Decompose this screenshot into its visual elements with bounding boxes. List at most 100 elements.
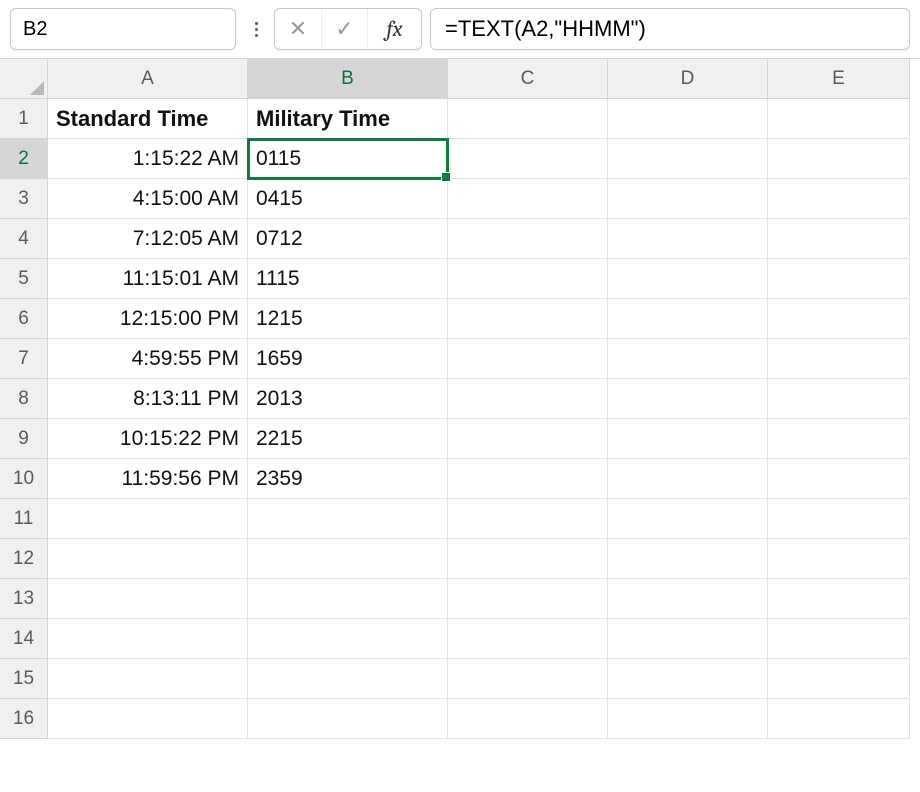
cell-B6[interactable]: 1215 [248, 299, 448, 339]
column-header-E[interactable]: E [768, 59, 910, 99]
cell-D15[interactable] [608, 659, 768, 699]
cell-C8[interactable] [448, 379, 608, 419]
row-header-8[interactable]: 8 [0, 379, 48, 419]
cell-A16[interactable] [48, 699, 248, 739]
cell-E14[interactable] [768, 619, 910, 659]
row-header-14[interactable]: 14 [0, 619, 48, 659]
cell-B3[interactable]: 0415 [248, 179, 448, 219]
cell-A9[interactable]: 10:15:22 PM [48, 419, 248, 459]
cell-E11[interactable] [768, 499, 910, 539]
row-header-15[interactable]: 15 [0, 659, 48, 699]
cell-E9[interactable] [768, 419, 910, 459]
cell-A4[interactable]: 7:12:05 AM [48, 219, 248, 259]
cell-C4[interactable] [448, 219, 608, 259]
row-header-7[interactable]: 7 [0, 339, 48, 379]
cell-B8[interactable]: 2013 [248, 379, 448, 419]
more-options-icon[interactable] [248, 22, 264, 37]
row-header-12[interactable]: 12 [0, 539, 48, 579]
cell-B9[interactable]: 2215 [248, 419, 448, 459]
cell-E13[interactable] [768, 579, 910, 619]
cell-B1[interactable]: Military Time [248, 99, 448, 139]
cell-B11[interactable] [248, 499, 448, 539]
cell-D6[interactable] [608, 299, 768, 339]
cell-A2[interactable]: 1:15:22 AM [48, 139, 248, 179]
cell-B4[interactable]: 0712 [248, 219, 448, 259]
cell-A12[interactable] [48, 539, 248, 579]
row-header-2[interactable]: 2 [0, 139, 48, 179]
cell-A8[interactable]: 8:13:11 PM [48, 379, 248, 419]
cell-A10[interactable]: 11:59:56 PM [48, 459, 248, 499]
cell-E5[interactable] [768, 259, 910, 299]
spreadsheet-grid[interactable]: ABCDE1Standard TimeMilitary Time21:15:22… [0, 58, 920, 739]
cell-D13[interactable] [608, 579, 768, 619]
cell-E7[interactable] [768, 339, 910, 379]
cell-A3[interactable]: 4:15:00 AM [48, 179, 248, 219]
cell-E1[interactable] [768, 99, 910, 139]
cell-E3[interactable] [768, 179, 910, 219]
cell-D4[interactable] [608, 219, 768, 259]
cell-E10[interactable] [768, 459, 910, 499]
cell-B5[interactable]: 1115 [248, 259, 448, 299]
cell-A15[interactable] [48, 659, 248, 699]
cell-D3[interactable] [608, 179, 768, 219]
cell-C15[interactable] [448, 659, 608, 699]
row-header-16[interactable]: 16 [0, 699, 48, 739]
cell-B15[interactable] [248, 659, 448, 699]
cell-C7[interactable] [448, 339, 608, 379]
cell-C3[interactable] [448, 179, 608, 219]
cell-A1[interactable]: Standard Time [48, 99, 248, 139]
cell-C10[interactable] [448, 459, 608, 499]
row-header-5[interactable]: 5 [0, 259, 48, 299]
row-header-3[interactable]: 3 [0, 179, 48, 219]
cell-D9[interactable] [608, 419, 768, 459]
row-header-6[interactable]: 6 [0, 299, 48, 339]
cell-E12[interactable] [768, 539, 910, 579]
cell-C14[interactable] [448, 619, 608, 659]
cell-B10[interactable]: 2359 [248, 459, 448, 499]
cell-A14[interactable] [48, 619, 248, 659]
row-header-1[interactable]: 1 [0, 99, 48, 139]
cell-D10[interactable] [608, 459, 768, 499]
cell-D12[interactable] [608, 539, 768, 579]
row-header-9[interactable]: 9 [0, 419, 48, 459]
cell-E2[interactable] [768, 139, 910, 179]
cell-B7[interactable]: 1659 [248, 339, 448, 379]
cell-A11[interactable] [48, 499, 248, 539]
column-header-C[interactable]: C [448, 59, 608, 99]
cell-C16[interactable] [448, 699, 608, 739]
cell-E16[interactable] [768, 699, 910, 739]
column-header-A[interactable]: A [48, 59, 248, 99]
cell-D2[interactable] [608, 139, 768, 179]
cell-A13[interactable] [48, 579, 248, 619]
cell-C2[interactable] [448, 139, 608, 179]
cell-E4[interactable] [768, 219, 910, 259]
cell-E6[interactable] [768, 299, 910, 339]
cell-A5[interactable]: 11:15:01 AM [48, 259, 248, 299]
row-header-4[interactable]: 4 [0, 219, 48, 259]
cancel-formula-icon[interactable]: ✕ [275, 9, 321, 49]
cell-B16[interactable] [248, 699, 448, 739]
row-header-11[interactable]: 11 [0, 499, 48, 539]
cell-A6[interactable]: 12:15:00 PM [48, 299, 248, 339]
row-header-13[interactable]: 13 [0, 579, 48, 619]
select-all-corner[interactable] [0, 59, 48, 99]
cell-B12[interactable] [248, 539, 448, 579]
cell-C13[interactable] [448, 579, 608, 619]
cell-C5[interactable] [448, 259, 608, 299]
cell-D14[interactable] [608, 619, 768, 659]
cell-D8[interactable] [608, 379, 768, 419]
cell-C6[interactable] [448, 299, 608, 339]
cell-E8[interactable] [768, 379, 910, 419]
cell-A7[interactable]: 4:59:55 PM [48, 339, 248, 379]
cell-D5[interactable] [608, 259, 768, 299]
cell-C11[interactable] [448, 499, 608, 539]
cell-C12[interactable] [448, 539, 608, 579]
cell-D1[interactable] [608, 99, 768, 139]
cell-B2[interactable]: 0115 [248, 139, 448, 179]
cell-E15[interactable] [768, 659, 910, 699]
cell-C1[interactable] [448, 99, 608, 139]
row-header-10[interactable]: 10 [0, 459, 48, 499]
cell-B13[interactable] [248, 579, 448, 619]
confirm-formula-icon[interactable]: ✓ [321, 9, 367, 49]
fx-icon[interactable]: fx [367, 9, 421, 49]
